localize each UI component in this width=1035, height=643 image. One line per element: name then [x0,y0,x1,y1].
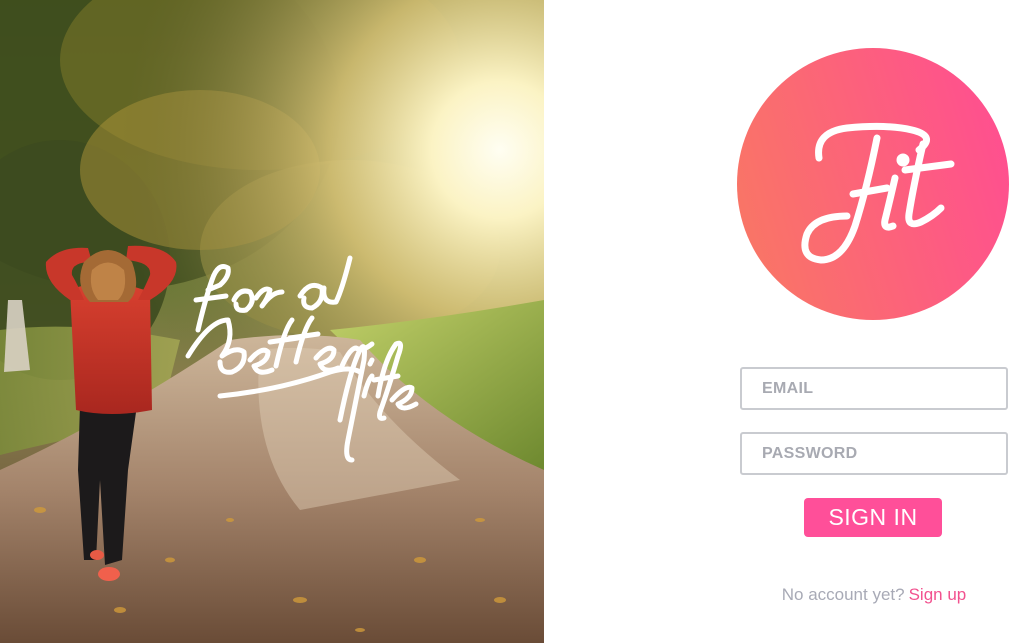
login-panel: SIGN IN No account yet?Sign up [544,0,1035,643]
email-input[interactable] [742,369,1006,408]
sign-in-button[interactable]: SIGN IN [804,498,942,537]
fit-logo [737,48,1009,320]
email-field[interactable] [740,367,1008,410]
hero-image [0,0,544,643]
signup-prompt: No account yet? Sign up [544,585,1035,605]
password-input[interactable] [742,434,1006,473]
sign-up-link[interactable]: Sign up [909,585,967,604]
password-field[interactable] [740,432,1008,475]
no-account-text: No account yet? [781,585,905,604]
login-page: SIGN IN No account yet?Sign up [0,0,1035,643]
